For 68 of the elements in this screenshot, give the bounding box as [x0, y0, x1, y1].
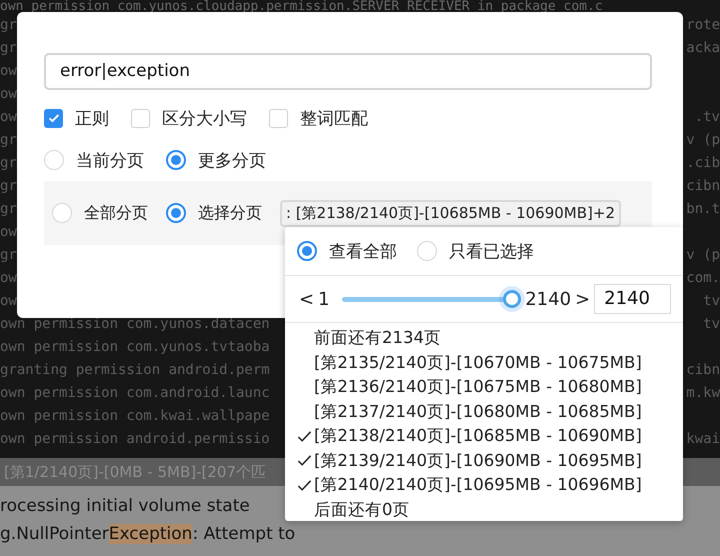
page-option[interactable]: [第2137/2140页]-[10680MB - 10685MB]	[314, 400, 642, 423]
log-line: gr	[0, 16, 17, 35]
log-line: gr	[0, 200, 17, 219]
next-button[interactable]: >	[575, 288, 590, 310]
log-line: own permission com.yunos.cloudapp.permission.SERVER_RECEIVER in package com.c	[0, 0, 604, 14]
checkbox[interactable]	[131, 108, 150, 128]
radio-button[interactable]	[297, 241, 317, 261]
log-line: ow	[0, 62, 17, 81]
log-line: ow	[0, 108, 17, 127]
log-line: .tv	[694, 108, 720, 127]
page-option[interactable]: [第2135/2140页]-[10670MB - 10675MB]	[314, 352, 642, 374]
log-line: ow	[0, 85, 17, 104]
log-line: tv	[703, 315, 720, 334]
log-line: own permission com.kwai.wallpape	[0, 407, 270, 426]
page-option[interactable]: [第2139/2140页]-[10690MB - 10695MB]	[314, 450, 642, 472]
log-line: own permission android.permissio	[0, 430, 270, 449]
log-line: v (p	[686, 246, 720, 265]
page-select[interactable]: : [第2138/2140页]-[10685MB - 10690MB]+2	[280, 200, 622, 226]
radio-label: 更多分页	[198, 150, 266, 172]
log-line: v (p	[686, 131, 720, 150]
log-line: rote	[686, 16, 720, 35]
page-count-note: 后面还有0页	[314, 498, 410, 521]
log-line: bn.t	[686, 200, 720, 219]
checkbox-label: 整词匹配	[300, 108, 368, 130]
log-line: gr	[0, 177, 17, 196]
log-line: acka	[686, 39, 720, 58]
log-line: cibn	[686, 361, 720, 380]
radio-label: 全部分页	[84, 202, 148, 224]
log-line: .cib	[686, 154, 720, 173]
log-line: kwai	[686, 430, 720, 449]
radio-button[interactable]	[166, 150, 186, 170]
page-count-note: 前面还有2134页	[314, 327, 441, 350]
prev-button[interactable]: <	[299, 288, 314, 310]
log-line: own permission com.yunos.tvtaoba	[0, 338, 270, 357]
log-line: gr	[0, 246, 17, 265]
log-line: ow	[0, 223, 17, 242]
slider-max: 2140	[525, 288, 572, 310]
checkbox[interactable]	[44, 108, 63, 128]
slider-min: 1	[318, 288, 330, 310]
output-line: g.NullPointerException: Attempt to	[0, 523, 296, 546]
log-line: gr	[0, 154, 17, 173]
checkbox-label: 正则	[75, 108, 109, 130]
radio-label: 当前分页	[76, 150, 144, 172]
log-line: ow	[0, 269, 17, 288]
log-line: ow	[0, 292, 17, 311]
page-input[interactable]: 2140	[594, 284, 671, 314]
log-line: own permission com.yunos.datacen	[0, 315, 270, 334]
checkbox[interactable]	[269, 108, 288, 128]
page-option[interactable]: [第2136/2140页]-[10675MB - 10680MB]	[314, 376, 642, 398]
radio-label: 选择分页	[198, 202, 262, 224]
log-line: m.kw	[686, 384, 720, 403]
radio-label: 查看全部	[329, 240, 397, 262]
page-option[interactable]: [第2138/2140页]-[10685MB - 10690MB]	[314, 425, 642, 448]
slider-thumb[interactable]	[503, 290, 522, 308]
log-line: granting permission android.perm	[0, 361, 270, 380]
slider[interactable]	[342, 290, 522, 308]
checkbox-label: 区分大小写	[162, 108, 247, 130]
page-option[interactable]: [第2140/2140页]-[10695MB - 10696MB]	[314, 474, 642, 496]
output-line: rocessing initial volume state	[0, 495, 250, 518]
search-field[interactable]: error|exception	[44, 53, 652, 90]
log-line: gr	[0, 131, 17, 150]
log-line: cibn	[686, 177, 720, 196]
radio-label: 只看已选择	[449, 240, 534, 262]
log-line: tv	[703, 292, 720, 311]
log-line: com.	[686, 269, 720, 288]
log-line: gr	[0, 39, 17, 58]
log-line: own permission com.android.launc	[0, 384, 270, 403]
radio-button[interactable]	[166, 203, 186, 223]
